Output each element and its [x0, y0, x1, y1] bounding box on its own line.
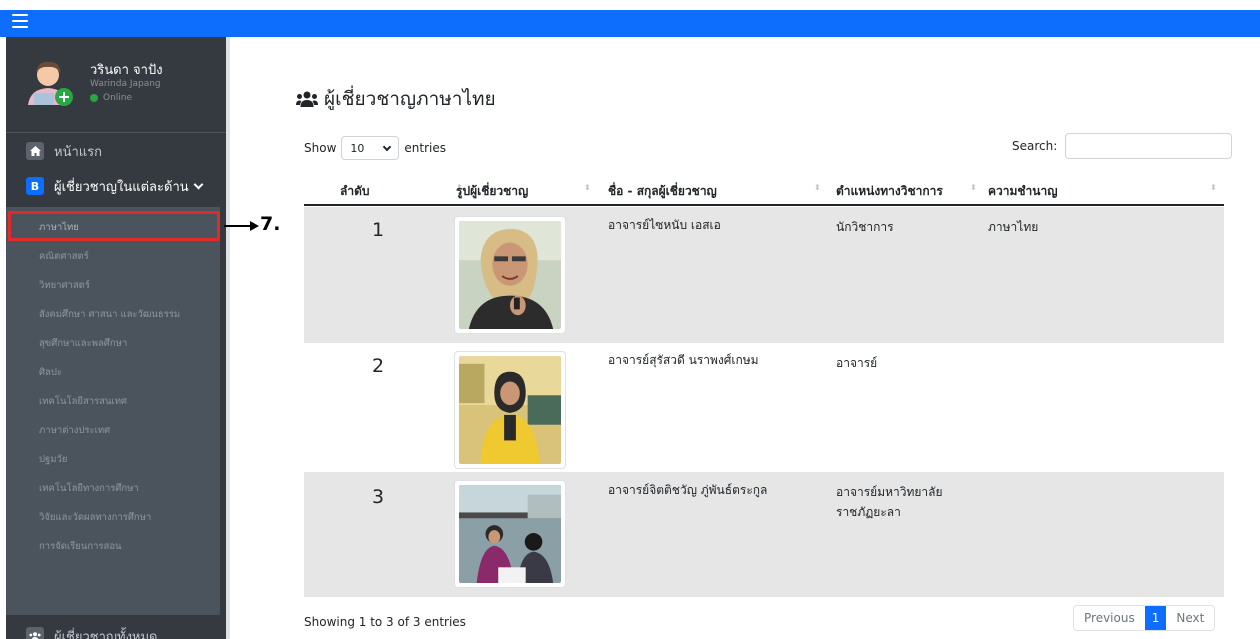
column-header-index[interactable]: ลำดับ: [340, 182, 370, 201]
column-header-photo[interactable]: รูปผู้เชี่ยวชาญ: [456, 182, 528, 201]
row-position: อาจารย์มหาวิทยาลัย ราชภัฏยะลา: [836, 485, 943, 519]
sidebar-subitem-science[interactable]: วิทยาศาสตร์: [6, 272, 220, 298]
sidebar-item-all-experts-label: ผู้เชี่ยวชาญทั้งหมด: [54, 629, 158, 639]
expert-photo: [454, 480, 566, 588]
column-header-expertise[interactable]: ความชำนาญ: [988, 182, 1057, 201]
user-name-en: Warinda Japang: [90, 79, 161, 89]
pagination: Previous 1 Next: [1073, 605, 1216, 631]
annotation-step-label: 7.: [260, 213, 281, 235]
entries-select-value: 10: [350, 141, 365, 155]
sidebar-subitem-ed-tech[interactable]: เทคโนโลยีทางการศึกษา: [6, 475, 220, 501]
sort-icon: ⬍: [584, 183, 591, 192]
sidebar-subitem-early-childhood[interactable]: ปฐมวัย: [6, 446, 220, 472]
users-group-icon: [296, 91, 318, 107]
sort-icon: ⬍: [814, 183, 821, 192]
user-avatar-icon: [28, 61, 73, 106]
user-name: วรินดา จาปัง: [90, 63, 163, 78]
sort-icon: ⬍: [1210, 183, 1217, 192]
book-icon: B: [26, 177, 44, 195]
hamburger-menu-icon[interactable]: [12, 14, 28, 28]
table-header: ลำดับ ⬍ รูปผู้เชี่ยวชาญ ⬍ ชื่อ - สกุลผู้…: [304, 172, 1224, 206]
annotation-highlight-box: [8, 211, 220, 241]
row-expert-name: อาจารย์จิตติชวัญ ภู่พันธ์ตระกูล: [608, 483, 768, 497]
expert-photo-image: [459, 221, 561, 329]
sidebar-item-all-experts[interactable]: ผู้เชี่ยวชาญทั้งหมด: [6, 623, 226, 639]
row-expertise: ภาษาไทย: [988, 220, 1039, 234]
sidebar-subitem-math[interactable]: คณิตศาสตร์: [6, 243, 220, 269]
user-status-label: Online: [103, 93, 133, 103]
sidebar: วรินดา จาปัง Warinda Japang Online หน้าแ…: [0, 37, 226, 639]
page-title: ผู้เชี่ยวชาญภาษาไทย: [296, 84, 496, 114]
search-label: Search:: [1012, 139, 1058, 153]
column-header-position[interactable]: ตำแหน่งทางวิชาการ: [836, 182, 943, 201]
row-index: 2: [372, 355, 385, 377]
table-search: Search:: [1012, 133, 1233, 159]
row-position: นักวิชาการ: [836, 220, 894, 234]
top-navbar: [0, 10, 1260, 37]
sidebar-subitem-it[interactable]: เทคโนโลยีสารสนเทศ: [6, 388, 220, 414]
sidebar-subitem-social[interactable]: สังคมศึกษา ศาสนา และวัฒนธรรม: [6, 301, 220, 327]
sidebar-right-edge: [226, 37, 230, 639]
sidebar-item-experts-label: ผู้เชี่ยวชาญในแต่ละด้าน: [54, 179, 189, 195]
row-index: 1: [372, 219, 385, 241]
row-expert-name: อาจารย์สุรัสวดี นราพงศ์เกษม: [608, 353, 759, 367]
sidebar-subitem-arts[interactable]: ศิลปะ: [6, 359, 220, 385]
sidebar-item-home-label: หน้าแรก: [54, 144, 102, 160]
top-white-strip: [0, 0, 1260, 10]
sidebar-subitem-foreign-lang[interactable]: ภาษาต่างประเทศ: [6, 417, 220, 443]
entries-select[interactable]: 10: [341, 136, 400, 160]
sidebar-subitem-teaching[interactable]: การจัดเรียนการสอน: [6, 533, 220, 559]
users-icon: [26, 627, 44, 639]
user-status: Online: [90, 93, 132, 103]
row-expert-name: อาจารย์ไซหนับ เอสเอ: [608, 218, 721, 232]
entries-length-control: Show 10 entries: [304, 136, 446, 160]
pagination-page-1[interactable]: 1: [1144, 606, 1167, 630]
column-header-name[interactable]: ชื่อ - สกุลผู้เชี่ยวชาญ: [608, 182, 717, 201]
table-row: 3 อาจารย์จิตติชวัญ ภู่พันธ์ตระกูล อาจารย…: [304, 472, 1224, 597]
chevron-down-icon: [193, 179, 204, 189]
expert-photo-image: [459, 485, 561, 583]
row-position: อาจารย์: [836, 356, 878, 370]
sidebar-item-home[interactable]: หน้าแรก: [6, 139, 226, 163]
expert-photo: [454, 216, 566, 334]
entries-label: entries: [404, 141, 446, 155]
sidebar-subitem-research[interactable]: วิจัยและวัดผลทางการศึกษา: [6, 504, 220, 530]
table-info: Showing 1 to 3 of 3 entries: [304, 615, 466, 629]
search-input[interactable]: [1065, 133, 1233, 159]
page: วรินดา จาปัง Warinda Japang Online หน้าแ…: [0, 0, 1260, 639]
page-title-text: ผู้เชี่ยวชาญภาษาไทย: [324, 88, 496, 110]
pagination-next[interactable]: Next: [1166, 606, 1215, 630]
expert-photo: [454, 351, 566, 469]
pagination-previous[interactable]: Previous: [1074, 606, 1145, 630]
sidebar-left-edge: [0, 37, 6, 639]
row-index: 3: [372, 486, 385, 508]
table-row: 1 อาจารย์ไซหนับ เอสเอ นักวิชาการ ภาษาไทย: [304, 207, 1224, 343]
home-icon: [26, 142, 44, 160]
chevron-down-icon: [383, 142, 392, 151]
annotation-arrow-icon: [250, 221, 259, 231]
sidebar-item-experts-by-field[interactable]: B ผู้เชี่ยวชาญในแต่ละด้าน: [6, 171, 226, 201]
online-dot-icon: [90, 94, 98, 102]
sidebar-subitem-health-pe[interactable]: สุขศึกษาและพลศึกษา: [6, 330, 220, 356]
expert-photo-image: [459, 356, 561, 464]
sort-icon: ⬍: [970, 183, 977, 192]
user-panel: วรินดา จาปัง Warinda Japang Online: [6, 37, 226, 133]
table-row: 2 อาจารย์สุรัสวดี นราพงศ์เกษม อาจารย์: [304, 343, 1224, 472]
show-label: Show: [304, 141, 337, 155]
